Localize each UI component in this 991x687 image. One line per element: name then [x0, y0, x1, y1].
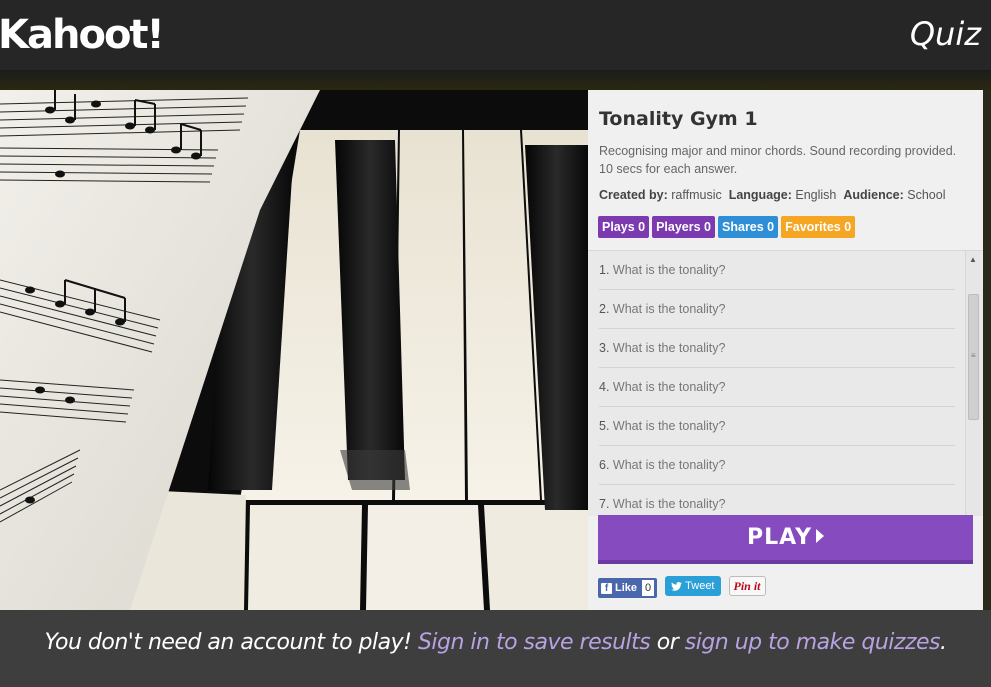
quiz-title: Tonality Gym 1 — [599, 108, 758, 130]
created-by-value[interactable]: raffmusic — [671, 188, 721, 202]
created-by-label: Created by: — [599, 188, 668, 202]
tweet-label: Tweet — [685, 580, 715, 592]
question-number: 3. — [599, 341, 610, 355]
shares-badge: Shares 0 — [718, 216, 779, 238]
question-text: What is the tonality? — [612, 419, 726, 433]
question-item: 3. What is the tonality? — [599, 329, 955, 368]
footer-text-a: You don't need an account to play! — [44, 630, 412, 655]
scroll-up-icon[interactable]: ▲ — [969, 255, 977, 264]
scroll-thumb[interactable]: ≡ — [968, 294, 979, 420]
question-item: 6. What is the tonality? — [599, 446, 955, 485]
header-divider — [0, 70, 991, 90]
top-bar: Kahoot! Quiz — [0, 0, 991, 70]
like-label: Like — [615, 582, 638, 594]
question-list-scrollbar[interactable]: ▲ ≡ — [965, 251, 980, 516]
question-item: 1. What is the tonality? — [599, 251, 955, 290]
favorites-badge: Favorites 0 — [781, 216, 856, 238]
question-number: 2. — [599, 302, 610, 316]
question-item: 5. What is the tonality? — [599, 407, 955, 446]
question-number: 5. — [599, 419, 610, 433]
grip-icon: ≡ — [971, 351, 976, 360]
play-arrow-icon — [816, 529, 824, 543]
footer-text-c: . — [940, 630, 947, 655]
quiz-description: Recognising major and minor chords. Soun… — [599, 144, 957, 176]
players-badge: Players 0 — [652, 216, 716, 238]
question-item: 4. What is the tonality? — [599, 368, 955, 407]
audience-label: Audience: — [843, 188, 904, 202]
section-label: Quiz — [909, 15, 981, 53]
quiz-details-panel: Tonality Gym 1 Recognising major and min… — [588, 90, 983, 610]
question-text: What is the tonality? — [612, 263, 726, 277]
footer-text-b: or — [656, 630, 679, 655]
plays-badge: Plays 0 — [598, 216, 650, 238]
piano-sheet-music-image — [0, 90, 588, 610]
question-text: What is the tonality? — [612, 341, 726, 355]
question-item: 2. What is the tonality? — [599, 290, 955, 329]
footer-banner: You don't need an account to play! Sign … — [0, 610, 991, 687]
language-value: English — [795, 188, 837, 202]
like-count: 0 — [642, 580, 655, 596]
question-list[interactable]: 1. What is the tonality? 2. What is the … — [588, 250, 983, 516]
social-buttons: f Like 0 Tweet Pin it — [598, 574, 766, 598]
question-text: What is the tonality? — [612, 380, 726, 394]
question-item: 7. What is the tonality? — [599, 485, 955, 516]
question-text: What is the tonality? — [612, 302, 726, 316]
play-button[interactable]: PLAY — [598, 515, 973, 564]
pinterest-pin-button[interactable]: Pin it — [728, 576, 766, 596]
sign-in-link[interactable]: Sign in to save results — [418, 630, 651, 655]
tweet-button[interactable]: Tweet — [665, 576, 721, 596]
quiz-cover-image — [0, 90, 588, 610]
question-number: 6. — [599, 458, 610, 472]
kahoot-logo[interactable]: Kahoot! — [0, 10, 165, 60]
play-button-label: PLAY — [747, 525, 812, 550]
quiz-meta: Created by: raffmusic Language: English … — [599, 188, 946, 202]
language-label: Language: — [728, 188, 792, 202]
question-text: What is the tonality? — [612, 458, 726, 472]
facebook-like-button[interactable]: f Like 0 — [598, 578, 658, 598]
facebook-icon: f — [601, 582, 612, 594]
question-number: 7. — [599, 497, 610, 511]
audience-value: School — [907, 188, 946, 202]
footer-message: You don't need an account to play! Sign … — [0, 630, 991, 655]
question-number: 4. — [599, 380, 610, 394]
question-text: What is the tonality? — [612, 497, 726, 511]
sign-up-link[interactable]: sign up to make quizzes — [685, 630, 941, 655]
question-number: 1. — [599, 263, 610, 277]
stats-badges: Plays 0 Players 0 Shares 0 Favorites 0 — [598, 216, 856, 238]
twitter-icon — [671, 581, 683, 591]
